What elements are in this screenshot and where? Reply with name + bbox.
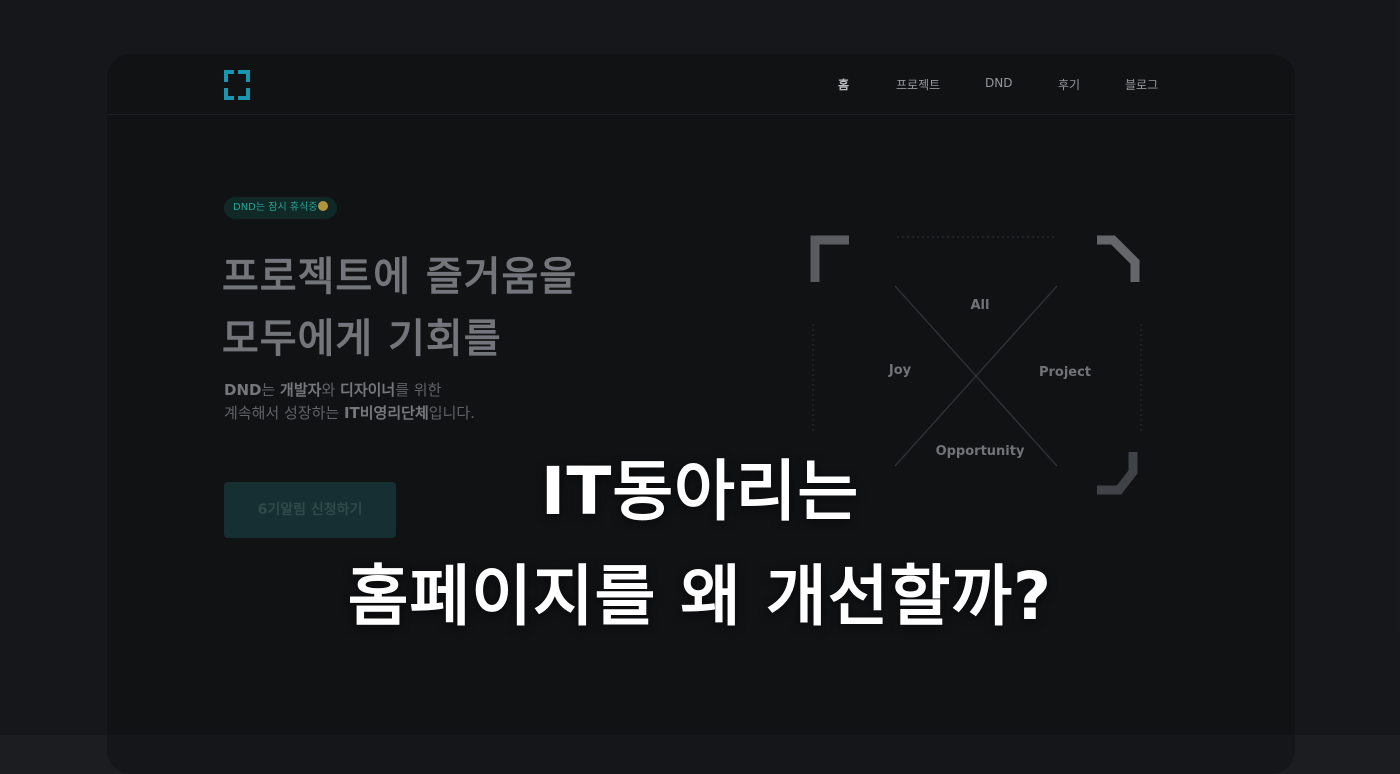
caption-line2: 홈페이지를 왜 개선할까? xyxy=(347,558,1053,635)
screenshot-frame: 홈 프로젝트 DND 후기 블로그 DND는 잠시 휴식중 프로젝트에 즐거움을… xyxy=(0,0,1400,774)
caption-line1: IT동아리는 xyxy=(540,453,860,530)
